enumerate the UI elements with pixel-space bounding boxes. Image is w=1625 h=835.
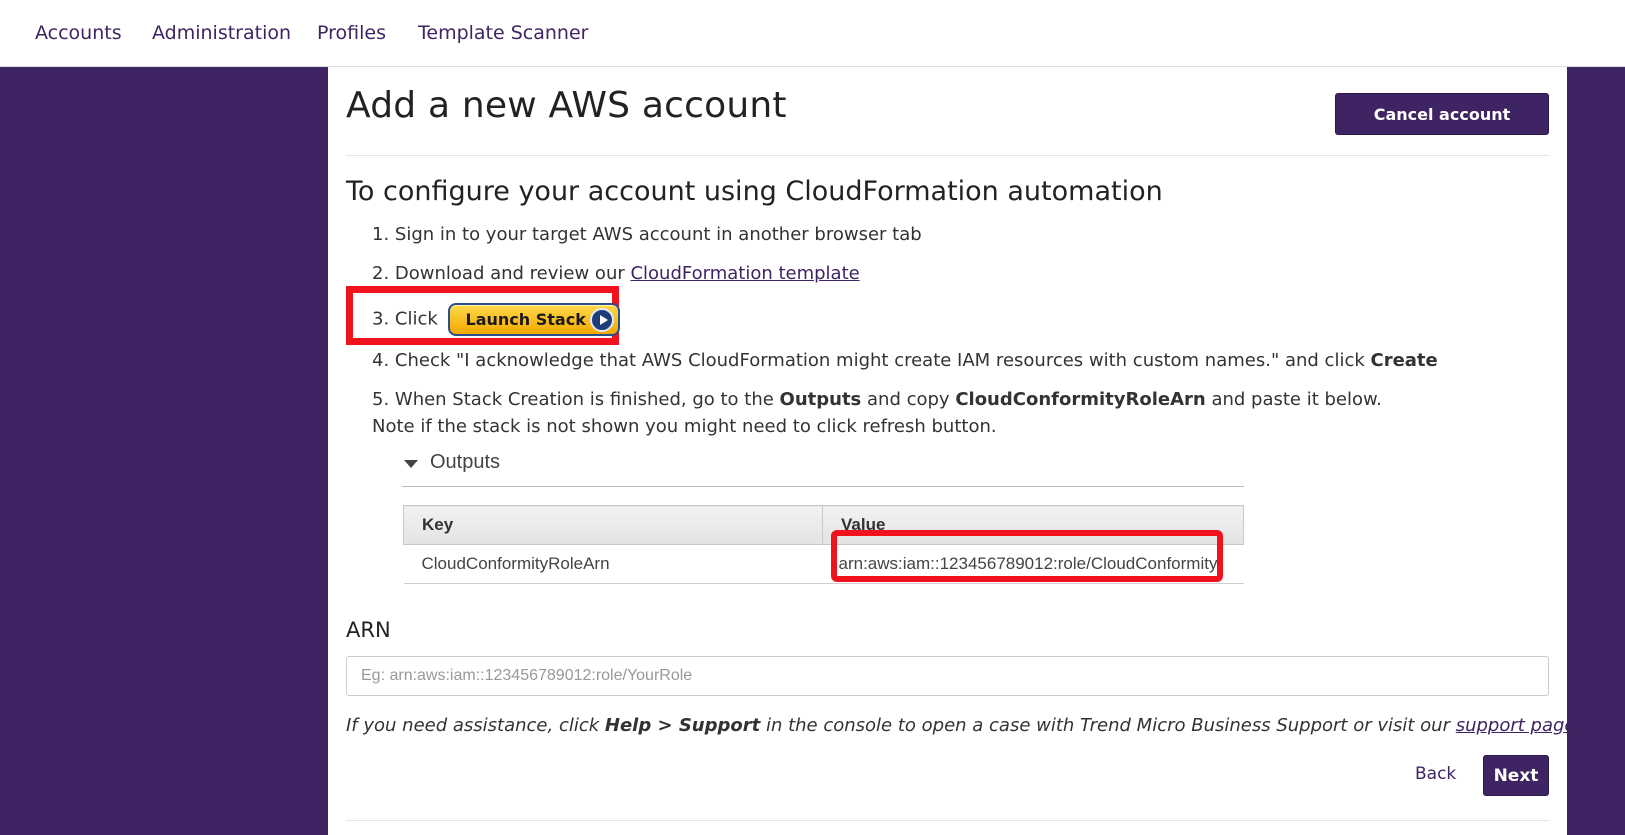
step-5-note-text: Note if the stack is not shown you might… <box>372 416 997 437</box>
step-3: 3. Click Launch Stack <box>372 303 620 336</box>
nav-item-accounts[interactable]: Accounts <box>35 22 122 44</box>
section-title: To configure your account using CloudFor… <box>346 176 1163 207</box>
nav-item-profiles[interactable]: Profiles <box>317 22 386 44</box>
outputs-divider <box>402 486 1244 487</box>
help-text: If you need assistance, click Help > Sup… <box>346 715 1581 736</box>
support-page-link[interactable]: support page <box>1456 715 1576 736</box>
back-button[interactable]: Back <box>1415 764 1456 784</box>
step-4: 4. Check "I acknowledge that AWS CloudFo… <box>372 350 1438 371</box>
step-2-text: 2. Download and review our <box>372 263 631 284</box>
cloudformation-template-link[interactable]: CloudFormation template <box>630 263 859 284</box>
play-arrow-icon <box>589 308 614 332</box>
step-5-text-c: and paste it below. <box>1205 389 1382 410</box>
help-text-c: . <box>1575 715 1582 736</box>
nav-item-administration[interactable]: Administration <box>152 22 291 44</box>
next-button[interactable]: Next <box>1483 755 1549 796</box>
caret-down-icon <box>404 460 418 468</box>
outputs-title: Outputs <box>430 451 501 473</box>
divider <box>346 155 1549 156</box>
step-5: 5. When Stack Creation is finished, go t… <box>372 389 1382 410</box>
arn-input[interactable] <box>346 656 1549 696</box>
role-arn-highlight <box>831 530 1223 582</box>
step-4-text: 4. Check "I acknowledge that AWS CloudFo… <box>372 350 1371 371</box>
help-text-a: If you need assistance, click <box>346 715 605 736</box>
step-4-create: Create <box>1370 350 1438 371</box>
help-text-b: in the console to open a case with Trend… <box>760 715 1456 736</box>
cancel-account-creation-button[interactable]: Cancel account creation <box>1335 93 1549 164</box>
step-5-text-b: and copy <box>861 389 956 410</box>
arn-label: ARN <box>346 618 391 642</box>
step-3-text: 3. Click <box>372 308 438 330</box>
launch-stack-button[interactable]: Launch Stack <box>447 303 620 336</box>
step-5-outputs: Outputs <box>779 389 862 410</box>
step-5-text-a: 5. When Stack Creation is finished, go t… <box>372 389 780 410</box>
main-panel: Add a new AWS account Cancel account cre… <box>328 67 1581 835</box>
top-nav: Accounts Administration Profiles Templat… <box>0 0 1625 67</box>
help-support-path: Help > Support <box>604 715 761 736</box>
step-1: 1. Sign in to your target AWS account in… <box>372 224 922 245</box>
step-5-note: Note if the stack is not shown you might… <box>372 416 997 437</box>
step-1-text: 1. Sign in to your target AWS account in… <box>372 224 922 245</box>
step-2: 2. Download and review our CloudFormatio… <box>372 263 860 284</box>
step-5-role-arn: CloudConformityRoleArn <box>955 389 1206 410</box>
launch-stack-label: Launch Stack <box>465 310 586 329</box>
divider-bottom <box>346 820 1549 821</box>
col-key: Key <box>403 505 823 545</box>
page-title: Add a new AWS account <box>346 85 787 126</box>
row-key: CloudConformityRoleArn <box>403 544 823 584</box>
nav-item-template-scanner[interactable]: Template Scanner <box>418 22 588 44</box>
